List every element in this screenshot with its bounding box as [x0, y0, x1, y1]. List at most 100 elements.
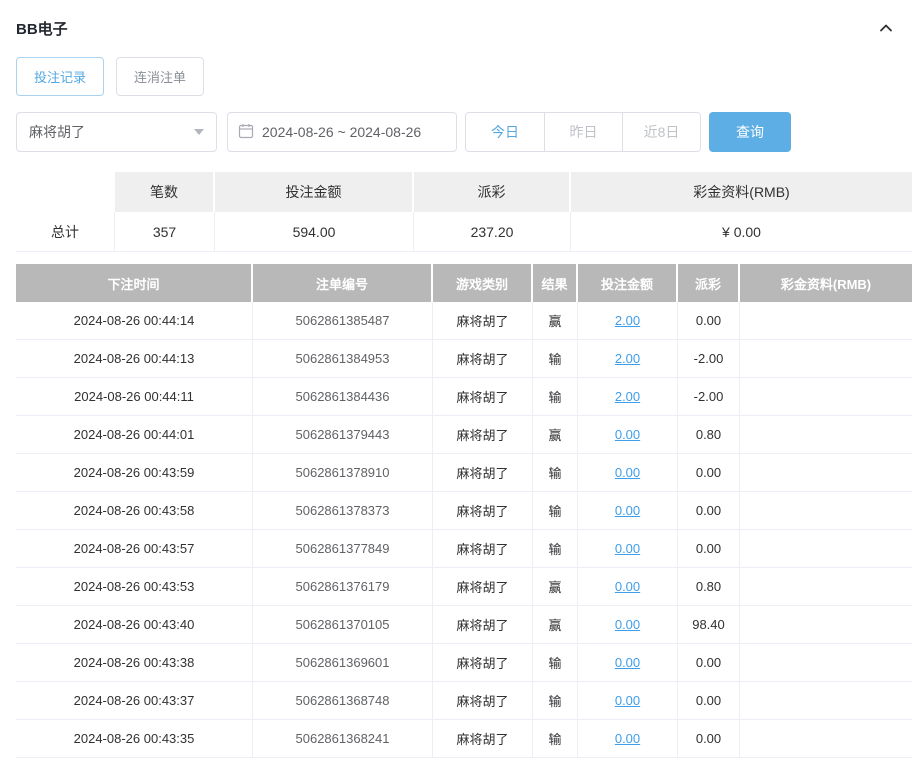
- result-cell: 输: [533, 378, 578, 416]
- payout-cell: 0.00: [678, 682, 740, 720]
- bet-time-cell: 2024-08-26 00:44:13: [16, 340, 253, 378]
- tab-cancelled-orders[interactable]: 连消注单: [116, 57, 204, 96]
- game-type-cell: 麻将胡了: [433, 416, 533, 454]
- records-table: 下注时间注单编号游戏类别结果投注金额派彩彩金资料(RMB) 2024-08-26…: [16, 264, 912, 758]
- table-row: 2024-08-26 00:43:535062861376179麻将胡了赢0.0…: [16, 568, 912, 606]
- summary-header-jackpot: 彩金资料(RMB): [571, 172, 912, 212]
- bet-amount-link[interactable]: 0.00: [615, 541, 640, 556]
- jackpot-cell: [740, 340, 912, 378]
- jackpot-cell: [740, 644, 912, 682]
- records-body: 2024-08-26 00:44:145062861385487麻将胡了赢2.0…: [16, 302, 912, 758]
- bet-amount-cell: 0.00: [578, 644, 678, 682]
- summary-table: 笔数 投注金额 派彩 彩金资料(RMB) 总计 357 594.00 237.2…: [16, 172, 912, 252]
- chevron-up-icon: [878, 24, 894, 39]
- bet-time-cell: 2024-08-26 00:44:11: [16, 378, 253, 416]
- calendar-icon: [238, 123, 254, 142]
- jackpot-cell: [740, 720, 912, 758]
- summary-total-jackpot: ¥ 0.00: [571, 212, 912, 252]
- bet-amount-cell: 0.00: [578, 606, 678, 644]
- records-header-cell: 注单编号: [253, 264, 433, 302]
- quick-button-today[interactable]: 今日: [466, 113, 544, 151]
- summary-header-payout: 派彩: [414, 172, 571, 212]
- collapse-panel-button[interactable]: [878, 20, 894, 36]
- quick-button-yesterday[interactable]: 昨日: [544, 113, 622, 151]
- table-row: 2024-08-26 00:44:145062861385487麻将胡了赢2.0…: [16, 302, 912, 340]
- order-number-cell: 5062861385487: [253, 302, 433, 340]
- bet-time-cell: 2024-08-26 00:44:01: [16, 416, 253, 454]
- table-row: 2024-08-26 00:44:115062861384436麻将胡了输2.0…: [16, 378, 912, 416]
- table-row: 2024-08-26 00:43:355062861368241麻将胡了输0.0…: [16, 720, 912, 758]
- bet-amount-link[interactable]: 2.00: [615, 313, 640, 328]
- game-type-cell: 麻将胡了: [433, 568, 533, 606]
- game-type-cell: 麻将胡了: [433, 302, 533, 340]
- game-type-cell: 麻将胡了: [433, 682, 533, 720]
- bet-time-cell: 2024-08-26 00:43:57: [16, 530, 253, 568]
- bet-amount-link[interactable]: 2.00: [615, 389, 640, 404]
- bet-amount-link[interactable]: 0.00: [615, 731, 640, 746]
- payout-cell: -2.00: [678, 340, 740, 378]
- result-cell: 赢: [533, 302, 578, 340]
- table-row: 2024-08-26 00:43:585062861378373麻将胡了输0.0…: [16, 492, 912, 530]
- date-range-picker[interactable]: 2024-08-26 ~ 2024-08-26: [227, 112, 457, 152]
- bet-amount-link[interactable]: 0.00: [615, 579, 640, 594]
- result-cell: 输: [533, 720, 578, 758]
- game-type-cell: 麻将胡了: [433, 378, 533, 416]
- game-select[interactable]: 麻将胡了: [16, 112, 217, 152]
- summary-header-count: 笔数: [115, 172, 215, 212]
- game-type-cell: 麻将胡了: [433, 530, 533, 568]
- bet-amount-cell: 2.00: [578, 340, 678, 378]
- panel-header: BB电子: [16, 16, 912, 40]
- result-cell: 输: [533, 682, 578, 720]
- bet-amount-link[interactable]: 0.00: [615, 655, 640, 670]
- summary-total-payout: 237.20: [414, 212, 571, 252]
- record-type-tabs: 投注记录 连消注单: [16, 57, 912, 96]
- quick-date-button-group: 今日 昨日 近8日: [465, 112, 701, 152]
- bet-amount-link[interactable]: 0.00: [615, 693, 640, 708]
- game-type-cell: 麻将胡了: [433, 606, 533, 644]
- summary-total-label: 总计: [16, 212, 115, 252]
- search-button[interactable]: 查询: [709, 112, 791, 152]
- game-type-cell: 麻将胡了: [433, 492, 533, 530]
- result-cell: 赢: [533, 606, 578, 644]
- bet-amount-link[interactable]: 0.00: [615, 617, 640, 632]
- records-header-cell: 下注时间: [16, 264, 253, 302]
- payout-cell: 0.80: [678, 416, 740, 454]
- payout-cell: 0.00: [678, 492, 740, 530]
- payout-cell: 0.00: [678, 644, 740, 682]
- bet-amount-cell: 0.00: [578, 720, 678, 758]
- records-header-cell: 结果: [533, 264, 578, 302]
- summary-header-row: 笔数 投注金额 派彩 彩金资料(RMB): [16, 172, 912, 212]
- caret-down-icon: [194, 129, 204, 135]
- bet-amount-link[interactable]: 0.00: [615, 465, 640, 480]
- quick-button-last8days[interactable]: 近8日: [622, 113, 700, 151]
- order-number-cell: 5062861378910: [253, 454, 433, 492]
- bet-amount-link[interactable]: 0.00: [615, 503, 640, 518]
- table-row: 2024-08-26 00:43:575062861377849麻将胡了输0.0…: [16, 530, 912, 568]
- page-title: BB电子: [16, 18, 68, 39]
- bet-amount-cell: 0.00: [578, 454, 678, 492]
- jackpot-cell: [740, 492, 912, 530]
- summary-header-empty: [16, 172, 115, 212]
- bet-amount-link[interactable]: 2.00: [615, 351, 640, 366]
- bet-time-cell: 2024-08-26 00:43:37: [16, 682, 253, 720]
- table-row: 2024-08-26 00:43:385062861369601麻将胡了输0.0…: [16, 644, 912, 682]
- jackpot-cell: [740, 302, 912, 340]
- bet-amount-cell: 2.00: [578, 378, 678, 416]
- bet-amount-cell: 0.00: [578, 568, 678, 606]
- order-number-cell: 5062861368241: [253, 720, 433, 758]
- order-number-cell: 5062861377849: [253, 530, 433, 568]
- summary-total-count: 357: [115, 212, 215, 252]
- game-type-cell: 麻将胡了: [433, 340, 533, 378]
- result-cell: 赢: [533, 416, 578, 454]
- bet-time-cell: 2024-08-26 00:43:59: [16, 454, 253, 492]
- payout-cell: 98.40: [678, 606, 740, 644]
- game-select-value: 麻将胡了: [29, 122, 85, 142]
- tab-bet-records[interactable]: 投注记录: [16, 57, 104, 96]
- payout-cell: 0.80: [678, 568, 740, 606]
- jackpot-cell: [740, 530, 912, 568]
- bet-time-cell: 2024-08-26 00:43:40: [16, 606, 253, 644]
- result-cell: 输: [533, 454, 578, 492]
- betting-records-panel: BB电子 投注记录 连消注单 麻将胡了 2024-08-26 ~ 2024-08…: [0, 0, 912, 758]
- bet-amount-link[interactable]: 0.00: [615, 427, 640, 442]
- result-cell: 输: [533, 492, 578, 530]
